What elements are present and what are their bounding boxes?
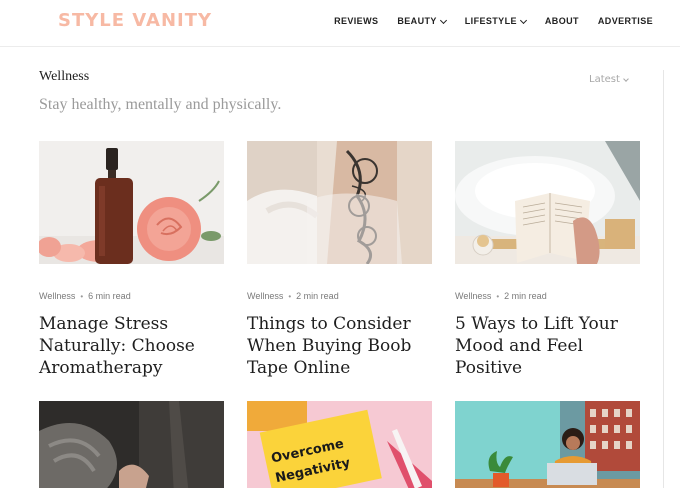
- nav-item-reviews[interactable]: REVIEWS: [334, 16, 378, 26]
- article-card[interactable]: Wellness • 2 min read Things to Consider…: [247, 141, 432, 379]
- nav-item-advertise[interactable]: ADVERTISE: [598, 16, 653, 26]
- chevron-down-icon: [439, 16, 447, 24]
- sort-dropdown[interactable]: Latest: [589, 74, 629, 85]
- article-card[interactable]: [455, 401, 640, 488]
- article-category[interactable]: Wellness: [455, 291, 491, 301]
- nav-label: ADVERTISE: [597, 16, 653, 26]
- article-card[interactable]: Overcome Negativity: [247, 401, 432, 488]
- nav-label: REVIEWS: [334, 16, 379, 26]
- article-image-aromatherapy[interactable]: [39, 141, 224, 264]
- article-read-time: 2 min read: [504, 291, 547, 301]
- article-image-boob-tape[interactable]: [247, 141, 432, 264]
- article-read-time: 6 min read: [88, 291, 131, 301]
- article-image[interactable]: [39, 401, 224, 488]
- page-subtitle: Stay healthy, mentally and physically.: [39, 96, 282, 113]
- article-card[interactable]: Wellness • 2 min read 5 Ways to Lift You…: [455, 141, 640, 379]
- page-title: Wellness: [39, 69, 90, 84]
- chevron-down-icon: [519, 16, 527, 24]
- article-meta: Wellness • 2 min read: [247, 291, 432, 301]
- article-title[interactable]: Things to Consider When Buying Boob Tape…: [247, 313, 437, 379]
- article-read-time: 2 min read: [296, 291, 339, 301]
- sort-label: Latest: [589, 74, 620, 85]
- article-image[interactable]: [455, 401, 640, 488]
- article-card[interactable]: Wellness • 6 min read Manage Stress Natu…: [39, 141, 224, 379]
- nav-item-about[interactable]: ABOUT: [545, 16, 579, 26]
- site-header: STYLE VANITY REVIEWS BEAUTY LIFESTYLE AB…: [0, 0, 680, 47]
- meta-separator: •: [80, 291, 84, 301]
- sidebar-divider: [663, 70, 664, 488]
- article-category[interactable]: Wellness: [39, 291, 75, 301]
- article-image[interactable]: Overcome Negativity: [247, 401, 432, 488]
- site-logo[interactable]: STYLE VANITY: [58, 10, 212, 31]
- meta-separator: •: [288, 291, 292, 301]
- nav-label: ABOUT: [544, 16, 579, 26]
- nav-label: BEAUTY: [397, 16, 437, 26]
- meta-separator: •: [496, 291, 500, 301]
- nav-label: LIFESTYLE: [464, 16, 517, 26]
- article-title[interactable]: Manage Stress Naturally: Choose Aromathe…: [39, 313, 229, 379]
- article-meta: Wellness • 2 min read: [455, 291, 640, 301]
- article-card[interactable]: [39, 401, 224, 488]
- article-title[interactable]: 5 Ways to Lift Your Mood and Feel Positi…: [455, 313, 645, 379]
- article-image-bath-reading[interactable]: [455, 141, 640, 264]
- article-category[interactable]: Wellness: [247, 291, 283, 301]
- nav-item-lifestyle[interactable]: LIFESTYLE: [464, 16, 527, 26]
- nav-item-beauty[interactable]: BEAUTY: [397, 16, 447, 26]
- article-meta: Wellness • 6 min read: [39, 291, 224, 301]
- main-nav: REVIEWS BEAUTY LIFESTYLE ABOUT ADVERTISE: [334, 16, 653, 26]
- chevron-down-icon: [623, 75, 629, 82]
